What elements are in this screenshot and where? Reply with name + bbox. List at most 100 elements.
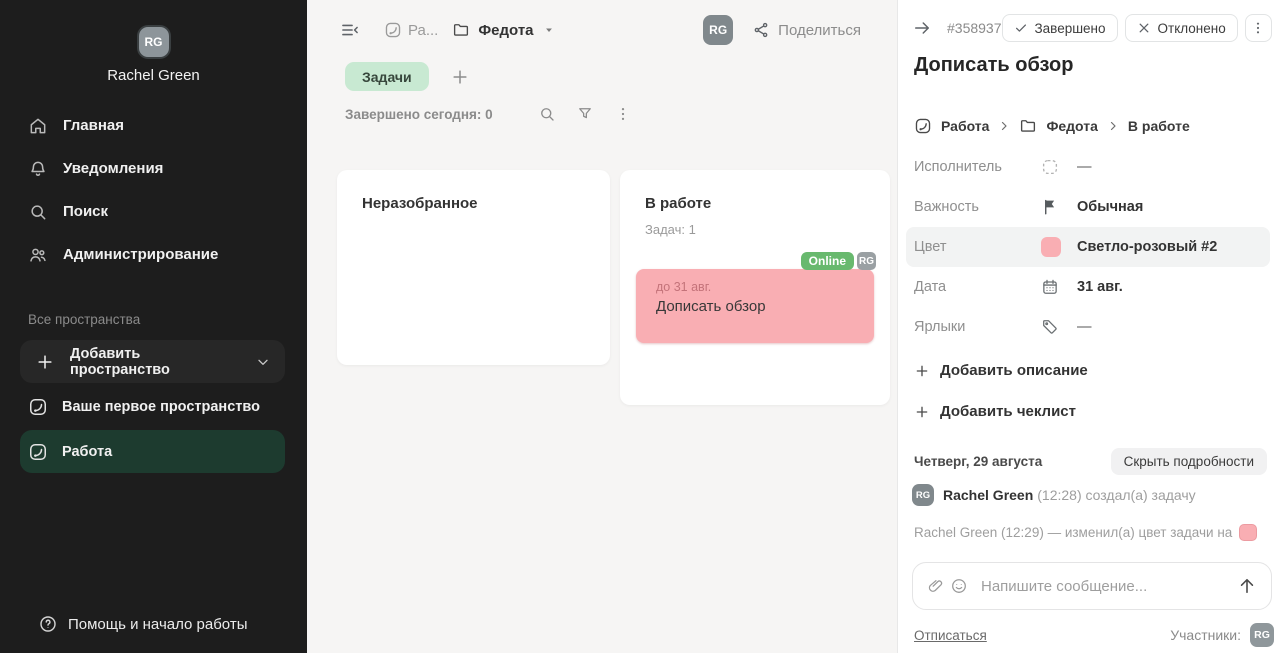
- activity-date: Четверг, 29 августа: [914, 454, 1042, 469]
- column-task-count: Задач: 1: [620, 212, 890, 237]
- folder-icon: [452, 21, 470, 39]
- tab-tasks[interactable]: Задачи: [345, 62, 429, 91]
- share-label: Поделиться: [778, 22, 861, 39]
- space-icon: [384, 21, 402, 39]
- assignee-placeholder-icon: [1041, 158, 1059, 176]
- share-button[interactable]: Поделиться: [752, 21, 861, 39]
- card-due-date: до 31 авг.: [656, 280, 854, 294]
- user-avatar[interactable]: RG: [139, 27, 169, 57]
- panel-footer: Отписаться Участники: RG: [914, 622, 1274, 648]
- sidebar-item-admin[interactable]: Администрирование: [0, 233, 307, 276]
- field-assignee[interactable]: Исполнитель —: [906, 147, 1270, 187]
- field-labels[interactable]: Ярлыки —: [906, 307, 1270, 347]
- color-swatch: [1239, 524, 1257, 541]
- sidebar-item-label: Администрирование: [63, 246, 218, 263]
- activity-text: Rachel Green (12:29) — изменил(а) цвет з…: [914, 525, 1232, 540]
- complete-label: Завершено: [1035, 21, 1106, 36]
- field-value: Светло-розовый #2: [1077, 239, 1217, 255]
- field-value: —: [1077, 159, 1092, 175]
- tag-icon: [1041, 318, 1059, 336]
- field-value: Обычная: [1077, 199, 1143, 215]
- participants-label: Участники:: [1170, 627, 1241, 643]
- space-icon: [914, 117, 932, 135]
- emoji-icon[interactable]: [950, 577, 968, 595]
- activity-text: (12:28) создал(а) задачу: [1037, 487, 1195, 503]
- flag-icon: [1041, 198, 1059, 216]
- task-more-button[interactable]: [1245, 14, 1272, 42]
- field-value: 31 авг.: [1077, 279, 1123, 295]
- field-color[interactable]: Цвет Светло-розовый #2: [906, 227, 1270, 267]
- plus-icon: [914, 404, 930, 420]
- add-tab-icon[interactable]: [450, 67, 470, 87]
- add-description-button[interactable]: Добавить описание: [914, 362, 1088, 379]
- chevron-right-icon: [1107, 120, 1119, 132]
- sidebar-item-first-space[interactable]: Ваше первое пространство: [20, 385, 285, 428]
- help-link[interactable]: Помощь и начало работы: [38, 614, 247, 634]
- search-icon: [28, 202, 48, 222]
- board-topbar: Ра... Федота RG Поделиться: [307, 0, 897, 60]
- sidebar-item-label: Главная: [63, 117, 124, 134]
- done-today-counter: Завершено сегодня: 0: [345, 107, 493, 122]
- breadcrumb-folder[interactable]: Федота: [1046, 118, 1097, 134]
- complete-button[interactable]: Завершено: [1002, 14, 1118, 42]
- task-detail-panel: #358937 Завершено Отклонено Дописать обз…: [897, 0, 1280, 653]
- question-circle-icon: [38, 614, 58, 634]
- users-icon: [28, 245, 48, 265]
- collapse-sidebar-icon[interactable]: [340, 20, 360, 40]
- board-tabs: Задачи: [345, 62, 470, 91]
- chevron-right-icon: [998, 120, 1010, 132]
- activity-header: Четверг, 29 августа Скрыть подробности: [914, 447, 1267, 475]
- board-area: Ра... Федота RG Поделиться Задачи Заверш…: [307, 0, 897, 653]
- field-label: Цвет: [914, 239, 1041, 255]
- breadcrumb-space[interactable]: Ра...: [384, 21, 438, 39]
- breadcrumb-status[interactable]: В работе: [1128, 118, 1190, 134]
- task-card[interactable]: Online RG до 31 авг. Дописать обзор: [636, 269, 874, 343]
- hide-details-button[interactable]: Скрыть подробности: [1111, 448, 1267, 475]
- field-label: Ярлыки: [914, 319, 1041, 335]
- help-label: Помощь и начало работы: [68, 616, 247, 633]
- board-toolbar: Завершено сегодня: 0: [345, 105, 632, 123]
- calendar-icon: [1041, 278, 1059, 296]
- sidebar-item-label: Уведомления: [63, 160, 163, 177]
- breadcrumb-space[interactable]: Работа: [941, 118, 989, 134]
- task-title[interactable]: Дописать обзор: [914, 54, 1073, 77]
- chevron-down-icon: [255, 354, 271, 370]
- add-space-label: Добавить пространство: [70, 346, 240, 378]
- user-block: RG Rachel Green: [0, 0, 307, 84]
- share-icon: [752, 21, 770, 39]
- sidebar-item-work-space[interactable]: Работа: [20, 430, 285, 473]
- add-space-button[interactable]: Добавить пространство: [20, 340, 285, 383]
- filter-icon[interactable]: [576, 105, 594, 123]
- search-tasks-icon[interactable]: [538, 105, 556, 123]
- field-date[interactable]: Дата 31 авг.: [906, 267, 1270, 307]
- sidebar-item-home[interactable]: Главная: [0, 104, 307, 147]
- activity-user-name: Rachel Green: [943, 487, 1033, 503]
- add-checklist-button[interactable]: Добавить чеклист: [914, 403, 1076, 420]
- message-composer: [912, 562, 1272, 610]
- column-unsorted: Неразобранное: [337, 170, 610, 365]
- board-user-avatar[interactable]: RG: [703, 15, 733, 45]
- sidebar-nav: Главная Уведомления Поиск Администрирова…: [0, 104, 307, 276]
- field-priority[interactable]: Важность Обычная: [906, 187, 1270, 227]
- unsubscribe-link[interactable]: Отписаться: [914, 628, 987, 643]
- activity-entry-created: RG Rachel Green(12:28) создал(а) задачу: [912, 484, 1196, 506]
- decline-label: Отклонено: [1158, 21, 1226, 36]
- folder-selector[interactable]: Федота: [452, 21, 555, 39]
- attachment-icon[interactable]: [927, 577, 945, 595]
- user-name: Rachel Green: [0, 67, 307, 84]
- more-options-icon[interactable]: [614, 105, 632, 123]
- sidebar-item-search[interactable]: Поиск: [0, 190, 307, 233]
- message-input[interactable]: [981, 578, 1232, 595]
- sidebar-item-notifications[interactable]: Уведомления: [0, 147, 307, 190]
- card-assignee-avatar: RG: [857, 252, 876, 270]
- decline-button[interactable]: Отклонено: [1125, 14, 1238, 42]
- check-icon: [1014, 21, 1028, 35]
- participant-avatar[interactable]: RG: [1250, 623, 1274, 647]
- activity-avatar: RG: [912, 484, 934, 506]
- expand-panel-icon[interactable]: [912, 18, 932, 38]
- task-breadcrumb: Работа Федота В работе: [914, 117, 1190, 135]
- activity-entry-color-changed: Rachel Green (12:29) — изменил(а) цвет з…: [914, 524, 1257, 541]
- color-swatch: [1041, 237, 1061, 257]
- column-title: Неразобранное: [337, 170, 610, 212]
- send-icon[interactable]: [1237, 576, 1257, 596]
